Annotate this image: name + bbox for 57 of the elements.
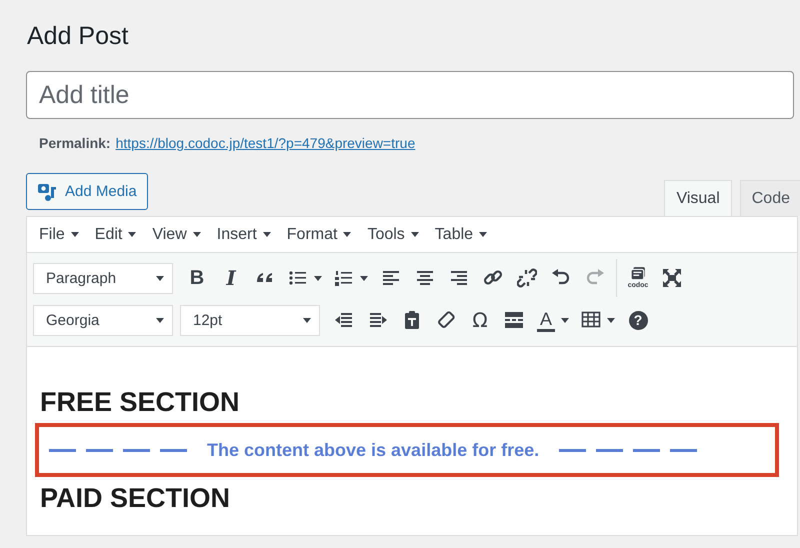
dash-mark [670,448,698,452]
editor-tab[interactable]: Visual [664,180,732,216]
dash-mark [160,448,187,452]
outdent-icon [334,310,354,330]
menu-item[interactable]: Insert [208,226,279,244]
indent-icon [368,310,388,330]
menu-item[interactable]: View [144,226,209,244]
dash-mark [596,448,624,452]
dash-mark [559,448,586,452]
caret-icon [303,318,311,322]
dropdown-select[interactable]: Paragraph [33,262,173,294]
editor-tab[interactable]: Code [740,180,800,216]
caret-icon [70,232,79,237]
bold-button[interactable]: B [180,262,214,294]
section-heading: PAID SECTION [39,482,232,515]
read-more-icon [504,310,524,330]
dash-mark [633,448,660,452]
align-left-icon [381,268,401,288]
align-right-icon [449,268,469,288]
caret-icon [262,232,271,237]
dropdown-select[interactable]: 12pt [180,304,320,336]
dash-mark [49,448,76,452]
caret-icon [156,276,164,280]
align-center-icon [415,268,435,288]
dropdown-select[interactable]: Georgia [33,304,173,336]
document-stack-icon [630,266,646,280]
permalink-label: Permalink: [39,135,111,151]
divider-text: The content above is available for free. [207,440,540,460]
media-icon [37,182,57,202]
section-heading: FREE SECTION [39,386,241,419]
caret-icon [410,232,419,237]
menu-item[interactable]: File [31,226,87,244]
caret-icon [479,232,488,237]
special-character-button[interactable]: Ω [463,304,497,336]
menu-item[interactable]: Tools [359,226,427,244]
broken-link-icon [517,268,537,288]
dash-mark [123,448,150,452]
fullscreen-icon [662,268,682,288]
permalink-link[interactable]: https://blog.codoc.jp/test1/?p=479&preview=true [116,135,416,151]
numbered-list-icon [334,268,354,288]
table-icon [581,310,602,330]
eraser-icon [436,310,456,330]
title-input-field[interactable]: Add title [26,71,794,119]
menu-item[interactable]: Table [426,226,496,244]
page-title: Add Post [27,21,130,52]
help-button[interactable]: ? [621,304,656,336]
add-media-button[interactable]: Add Media [26,173,148,210]
caret-icon [192,232,201,237]
clipboard-icon [402,310,422,330]
italic-button[interactable]: I [214,262,248,294]
caret-icon [343,232,352,237]
text-color-button[interactable]: A [531,304,576,336]
dash-mark [86,448,113,452]
menu-item[interactable]: Edit [86,226,144,244]
caret-icon [128,232,136,237]
caret-icon [156,318,164,322]
menu-item[interactable]: Format [278,226,360,244]
